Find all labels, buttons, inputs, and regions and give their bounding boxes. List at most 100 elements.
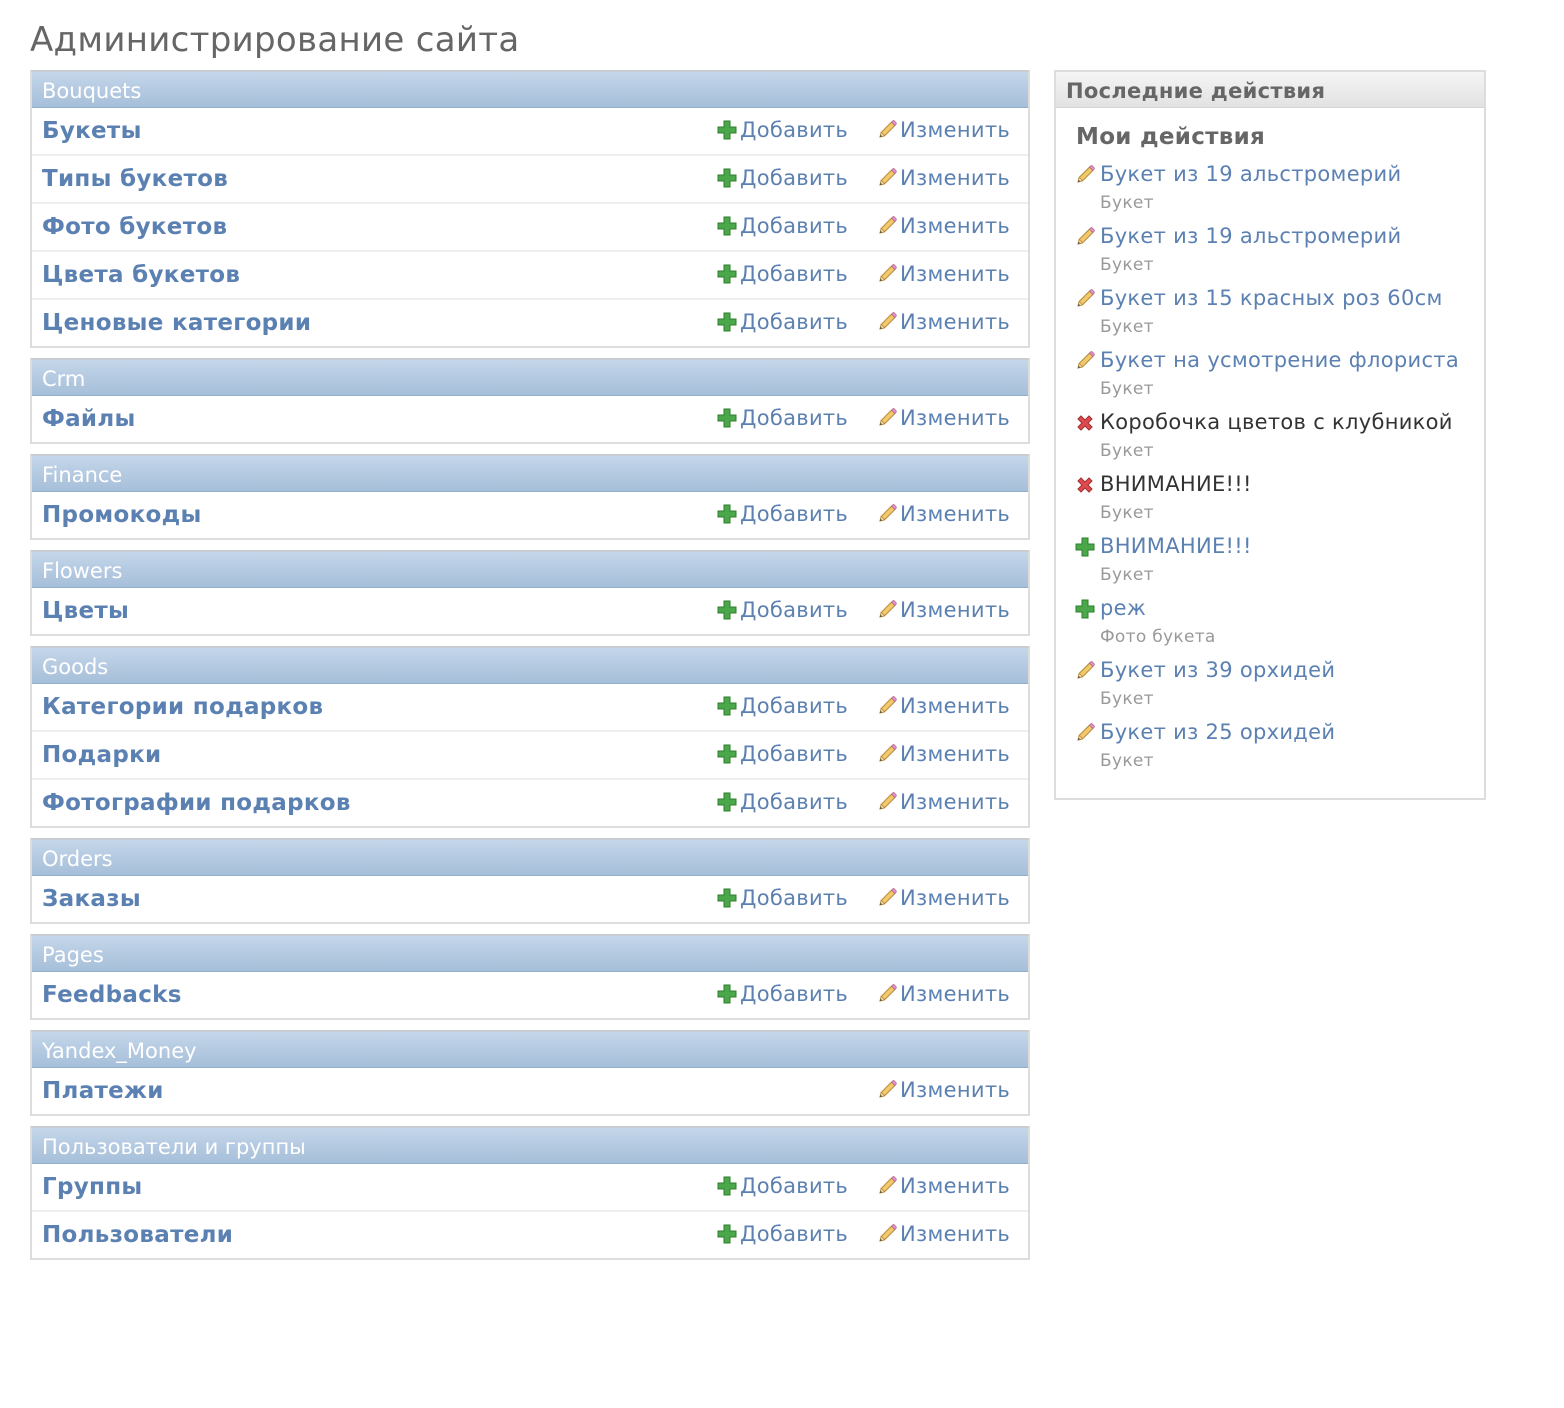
model-row: Букеты Добавить Изменить: [32, 108, 1028, 156]
add-label: Добавить: [740, 742, 849, 766]
change-link[interactable]: Изменить: [876, 982, 1010, 1006]
app-module: Пользователи и группы Группы Добавить Измен…: [30, 1126, 1030, 1260]
add-link[interactable]: Добавить: [716, 694, 848, 718]
change-link[interactable]: Изменить: [876, 790, 1010, 814]
add-link[interactable]: Добавить: [716, 406, 848, 430]
recent-action-type: Букет: [1100, 441, 1154, 461]
model-link[interactable]: Букеты: [42, 118, 142, 144]
module-caption[interactable]: Orders: [32, 840, 1028, 876]
model-link[interactable]: Цвета букетов: [42, 262, 240, 288]
pencil-icon: [876, 407, 898, 429]
pencil-icon: [1074, 722, 1096, 744]
add-label: Добавить: [740, 982, 849, 1006]
module-caption[interactable]: Yandex_Money: [32, 1032, 1028, 1068]
change-label: Изменить: [900, 982, 1011, 1006]
app-module: Orders Заказы Добавить Изменить: [30, 838, 1030, 924]
add-link[interactable]: Добавить: [716, 118, 848, 142]
add-link[interactable]: Добавить: [716, 502, 848, 526]
change-link[interactable]: Изменить: [876, 1174, 1010, 1198]
plus-icon: [716, 311, 738, 333]
pencil-icon: [1074, 164, 1096, 186]
model-link[interactable]: Типы букетов: [42, 166, 228, 192]
add-link[interactable]: Добавить: [716, 982, 848, 1006]
model-row: Цветы Добавить Изменить: [32, 588, 1028, 634]
change-link[interactable]: Изменить: [876, 406, 1010, 430]
module-caption[interactable]: Пользователи и группы: [32, 1128, 1028, 1164]
module-caption[interactable]: Crm: [32, 360, 1028, 396]
plus-icon: [716, 743, 738, 765]
module-caption[interactable]: Finance: [32, 456, 1028, 492]
recent-action-item: Букет из 19 альстромерий Букет: [1074, 160, 1474, 222]
delete-icon: [1074, 474, 1096, 496]
change-link[interactable]: Изменить: [876, 502, 1010, 526]
model-link[interactable]: Заказы: [42, 886, 141, 912]
add-link[interactable]: Добавить: [716, 742, 848, 766]
plus-icon: [1074, 598, 1096, 620]
model-link[interactable]: Группы: [42, 1174, 143, 1200]
recent-action-title[interactable]: ВНИМАНИЕ!!!: [1100, 534, 1252, 558]
recent-action-title[interactable]: Букет из 25 орхидей: [1100, 720, 1335, 744]
add-link[interactable]: Добавить: [716, 1222, 848, 1246]
pencil-icon: [876, 1079, 898, 1101]
model-link[interactable]: Feedbacks: [42, 982, 182, 1008]
recent-action-title[interactable]: Букет из 39 орхидей: [1100, 658, 1335, 682]
plus-icon: [716, 599, 738, 621]
change-label: Изменить: [900, 1222, 1011, 1246]
model-link[interactable]: Пользователи: [42, 1222, 233, 1248]
recent-action-title[interactable]: Букет на усмотрение флориста: [1100, 348, 1459, 372]
model-link[interactable]: Категории подарков: [42, 694, 323, 720]
change-link[interactable]: Изменить: [876, 262, 1010, 286]
model-row: Группы Добавить Изменить: [32, 1164, 1028, 1212]
recent-action-type: Букет: [1100, 565, 1154, 585]
recent-action-item: Букет из 19 альстромерий Букет: [1074, 222, 1474, 284]
model-link[interactable]: Фото букетов: [42, 214, 227, 240]
app-module: Finance Промокоды Добавить Изменить: [30, 454, 1030, 540]
module-caption[interactable]: Pages: [32, 936, 1028, 972]
change-label: Изменить: [900, 598, 1011, 622]
recent-action-title[interactable]: реж: [1100, 596, 1146, 620]
add-link[interactable]: Добавить: [716, 598, 848, 622]
change-link[interactable]: Изменить: [876, 166, 1010, 190]
recent-action-title[interactable]: Букет из 15 красных роз 60см: [1100, 286, 1443, 310]
change-link[interactable]: Изменить: [876, 694, 1010, 718]
plus-icon: [716, 695, 738, 717]
add-link[interactable]: Добавить: [716, 262, 848, 286]
change-link[interactable]: Изменить: [876, 598, 1010, 622]
pencil-icon: [1074, 288, 1096, 310]
model-link[interactable]: Подарки: [42, 742, 161, 768]
plus-icon: [1074, 536, 1096, 558]
change-label: Изменить: [900, 214, 1011, 238]
pencil-icon: [1074, 350, 1096, 372]
model-link[interactable]: Ценовые категории: [42, 310, 311, 336]
app-module: Pages Feedbacks Добавить Изменить: [30, 934, 1030, 1020]
pencil-icon: [876, 167, 898, 189]
recent-action-title[interactable]: Букет из 19 альстромерий: [1100, 162, 1401, 186]
recent-action-title: ВНИМАНИЕ!!!: [1100, 472, 1252, 496]
model-link[interactable]: Платежи: [42, 1078, 164, 1104]
add-link[interactable]: Добавить: [716, 214, 848, 238]
plus-icon: [716, 791, 738, 813]
model-link[interactable]: Фотографии подарков: [42, 790, 351, 816]
change-link[interactable]: Изменить: [876, 1222, 1010, 1246]
add-link[interactable]: Добавить: [716, 886, 848, 910]
change-link[interactable]: Изменить: [876, 214, 1010, 238]
model-link[interactable]: Цветы: [42, 598, 129, 624]
add-link[interactable]: Добавить: [716, 310, 848, 334]
add-link[interactable]: Добавить: [716, 790, 848, 814]
change-link[interactable]: Изменить: [876, 118, 1010, 142]
change-link[interactable]: Изменить: [876, 1078, 1010, 1102]
add-link[interactable]: Добавить: [716, 166, 848, 190]
model-link[interactable]: Промокоды: [42, 502, 202, 528]
model-link[interactable]: Файлы: [42, 406, 136, 432]
module-caption[interactable]: Bouquets: [32, 72, 1028, 108]
recent-action-item: Букет из 25 орхидей Букет: [1074, 718, 1474, 780]
change-link[interactable]: Изменить: [876, 742, 1010, 766]
change-link[interactable]: Изменить: [876, 886, 1010, 910]
module-caption[interactable]: Goods: [32, 648, 1028, 684]
module-caption[interactable]: Flowers: [32, 552, 1028, 588]
recent-action-title[interactable]: Букет из 19 альстромерий: [1100, 224, 1401, 248]
change-link[interactable]: Изменить: [876, 310, 1010, 334]
pencil-icon: [1074, 226, 1096, 248]
recent-action-item: Букет на усмотрение флориста Букет: [1074, 346, 1474, 408]
add-link[interactable]: Добавить: [716, 1174, 848, 1198]
